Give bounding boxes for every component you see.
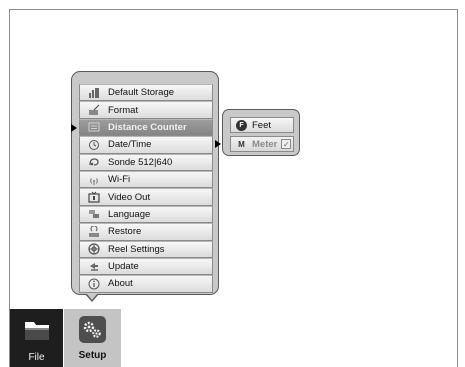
submenu-selection-arrow-icon	[215, 140, 221, 148]
meter-letter-icon: M	[238, 139, 245, 149]
menu-item-about[interactable]: About	[79, 275, 213, 293]
restore-icon	[86, 225, 102, 238]
video-out-icon	[86, 191, 102, 204]
unit-option-meter[interactable]: M Meter ✓	[230, 136, 294, 152]
setup-menu-list: Default Storage Format Distance Counter …	[71, 84, 213, 293]
menu-item-update[interactable]: Update	[79, 257, 213, 276]
menu-item-restore[interactable]: Restore	[79, 223, 213, 241]
menu-item-label: Format	[108, 104, 139, 116]
feet-letter-icon: F	[236, 119, 247, 131]
format-icon	[86, 104, 102, 117]
setup-menu-panel: Default Storage Format Distance Counter …	[71, 71, 219, 302]
gears-icon	[79, 316, 106, 343]
distance-unit-submenu: F Feet M Meter ✓	[215, 109, 300, 156]
distance-counter-icon	[86, 121, 102, 134]
menu-item-label: Language	[108, 208, 151, 220]
reel-icon	[86, 243, 102, 256]
tab-setup[interactable]: Setup	[64, 309, 121, 367]
menu-item-reel-settings[interactable]: Reel Settings	[79, 240, 213, 258]
menu-item-label: Wi-Fi	[108, 174, 131, 186]
folder-icon	[22, 315, 52, 345]
info-icon	[86, 277, 102, 290]
menu-item-label: Date/Time	[108, 139, 152, 151]
menu-item-label: Video Out	[108, 191, 151, 203]
unit-option-feet[interactable]: F Feet	[230, 117, 294, 133]
menu-item-label: Distance Counter	[108, 121, 187, 133]
checkbox-icon[interactable]: ✓	[281, 139, 292, 149]
menu-pointer-inner	[86, 293, 97, 300]
menu-item-format[interactable]: Format	[79, 101, 213, 119]
menu-item-language[interactable]: Language	[79, 205, 213, 224]
menu-item-default-storage[interactable]: Default Storage	[79, 84, 213, 102]
sonde-icon	[86, 156, 102, 169]
unit-option-label: Feet	[252, 119, 272, 131]
menu-item-label: Reel Settings	[108, 243, 165, 255]
menu-item-label: Update	[108, 261, 139, 273]
menu-item-wifi[interactable]: Wi-Fi	[79, 170, 213, 189]
menu-item-label: Default Storage	[108, 87, 175, 99]
storage-icon	[86, 86, 102, 99]
tab-file[interactable]: File	[10, 309, 63, 367]
selection-arrow-icon	[71, 123, 77, 132]
menu-item-date-time[interactable]: Date/Time	[79, 136, 213, 154]
menu-item-distance-counter[interactable]: Distance Counter	[71, 118, 213, 137]
menu-item-label: Restore	[108, 226, 142, 238]
update-icon	[86, 260, 102, 273]
menu-item-sonde[interactable]: Sonde 512|640	[79, 153, 213, 171]
menu-item-video-out[interactable]: Video Out	[79, 188, 213, 206]
wifi-icon	[86, 173, 102, 186]
menu-item-label: About	[108, 278, 133, 290]
tab-label: Setup	[78, 350, 107, 361]
clock-icon	[86, 138, 102, 151]
menu-item-label: Sonde 512|640	[108, 156, 173, 168]
language-icon	[86, 208, 102, 221]
tab-label: File	[28, 352, 45, 363]
unit-option-label: Meter	[252, 138, 278, 150]
